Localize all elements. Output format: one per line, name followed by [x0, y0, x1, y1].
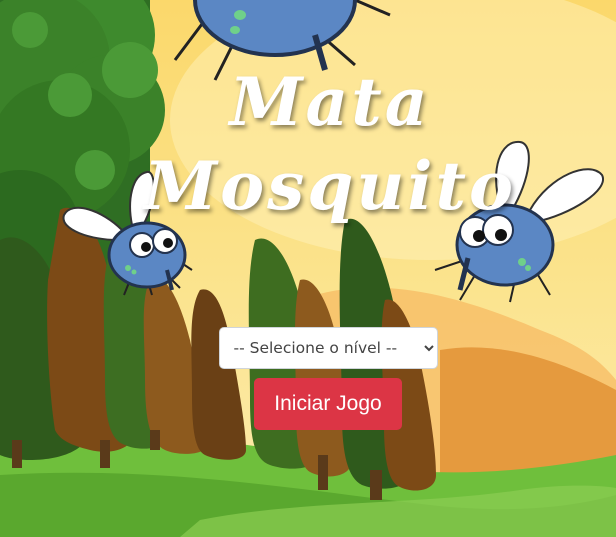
- game-scene: Mata Mosquito -- Selecione o nível -- In…: [0, 0, 616, 537]
- start-controls: -- Selecione o nível -- Iniciar Jogo: [0, 327, 616, 430]
- start-game-button[interactable]: Iniciar Jogo: [254, 378, 402, 430]
- level-select[interactable]: -- Selecione o nível --: [218, 327, 438, 369]
- game-title-line1: Mata: [229, 63, 431, 141]
- game-title-line2: Mosquito: [144, 147, 516, 225]
